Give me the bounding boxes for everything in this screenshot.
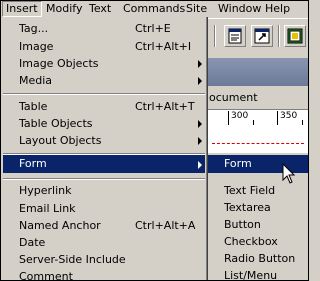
menu-separator: [3, 93, 205, 95]
toolbar-separator: [278, 25, 280, 47]
submenu-item-label: Text Field: [224, 184, 276, 197]
menu-help[interactable]: Help: [262, 1, 293, 17]
menu-item-label: Tag...: [19, 22, 49, 35]
ruler-tick: [277, 111, 278, 125]
menu-modify[interactable]: Modify: [43, 1, 85, 17]
menu-separator: [3, 178, 205, 180]
menu-text[interactable]: Text: [86, 1, 114, 17]
menu-commands[interactable]: Commands: [120, 1, 188, 17]
menu-bar: Insert Modify Text Commands Site Window …: [1, 1, 308, 17]
menu-insert[interactable]: Insert: [2, 1, 42, 17]
app-window: Insert Modify Text Commands Site Window …: [0, 0, 309, 281]
ruler-label: 350: [280, 111, 298, 121]
toolbar-image-icon: [287, 28, 303, 44]
submenu-item-textarea[interactable]: Textarea: [208, 199, 308, 216]
submenu-arrow-icon: [198, 77, 202, 85]
menu-item-media[interactable]: Media: [3, 71, 205, 90]
ruler-tick: [228, 111, 229, 125]
menu-item-label: Layout Objects: [19, 134, 102, 147]
menu-site[interactable]: Site: [183, 1, 210, 17]
submenu-arrow-icon: [198, 161, 202, 169]
menu-item-label: Comment: [19, 270, 73, 281]
toolbar-image-button[interactable]: [284, 25, 306, 47]
submenu-item-list-menu[interactable]: List/Menu: [208, 267, 308, 281]
menu-item-shortcut: Ctrl+E: [135, 22, 171, 35]
submenu-item-label: Button: [224, 218, 261, 231]
menu-item-label: Media: [19, 74, 53, 87]
menu-item-hyperlink[interactable]: Hyperlink: [3, 181, 205, 200]
document-canvas[interactable]: [208, 125, 308, 155]
insert-menu: Tag... Ctrl+E Image Ctrl+Alt+I Image Obj…: [1, 17, 208, 281]
menu-item-comment[interactable]: Comment: [3, 267, 205, 281]
menu-item-form[interactable]: Form: [3, 155, 205, 173]
menu-item-label: Form: [19, 157, 47, 170]
toolbar-link-icon: [254, 28, 270, 44]
submenu-item-button[interactable]: Button: [208, 216, 308, 233]
toolbar-page-icon: [228, 28, 242, 44]
mouse-cursor-icon: [282, 163, 296, 184]
submenu-item-label: Textarea: [224, 201, 271, 214]
submenu-item-label: Form: [224, 157, 252, 170]
menu-item-layout-objects[interactable]: Layout Objects: [3, 131, 205, 150]
toolbar-link-button[interactable]: [251, 25, 273, 47]
toolbar-page-button[interactable]: [224, 25, 246, 47]
submenu-arrow-icon: [198, 60, 202, 68]
submenu-item-checkbox[interactable]: Checkbox: [208, 233, 308, 250]
submenu-item-label: Checkbox: [224, 235, 278, 248]
toolbar: [208, 18, 308, 52]
ruler-label: 300: [231, 111, 249, 121]
submenu-item-label: Radio Button: [224, 252, 296, 265]
document-tab[interactable]: ocument: [208, 89, 308, 107]
menu-item-tag[interactable]: Tag... Ctrl+E: [3, 19, 205, 38]
submenu-arrow-icon: [198, 120, 202, 128]
menu-window[interactable]: Window: [215, 1, 264, 17]
submenu-item-radio-button[interactable]: Radio Button: [208, 250, 308, 267]
page-boundary-line: [212, 143, 304, 144]
toolbar-separator: [214, 25, 216, 47]
ruler: 300 350: [208, 109, 308, 125]
menu-item-label: Hyperlink: [19, 184, 72, 197]
document-title-bar: [208, 58, 308, 86]
submenu-arrow-icon: [198, 137, 202, 145]
submenu-item-label: List/Menu: [224, 269, 278, 281]
